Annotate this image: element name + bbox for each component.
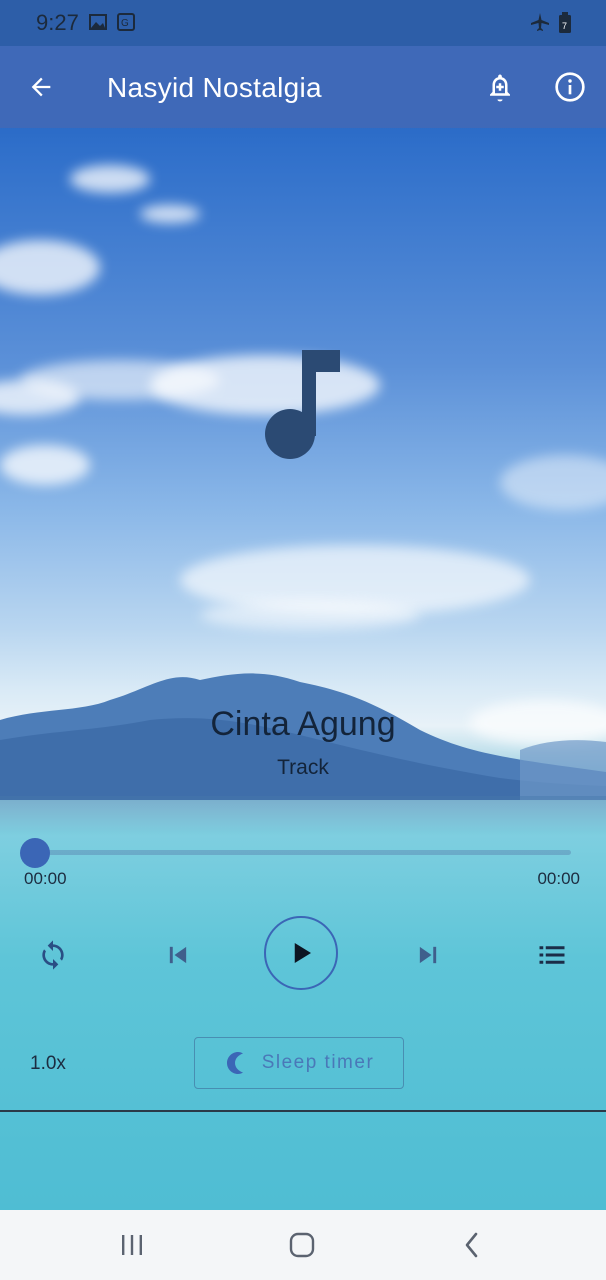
repeat-button[interactable]: [33, 935, 73, 975]
home-button[interactable]: [282, 1228, 322, 1262]
svg-text:G: G: [121, 18, 129, 29]
airplane-icon: [530, 12, 550, 32]
playback-speed-button[interactable]: 1.0x: [30, 1053, 66, 1075]
play-icon: [294, 943, 311, 963]
progress-slider-thumb[interactable]: [20, 838, 50, 868]
previous-button[interactable]: [158, 935, 198, 975]
background-image: [0, 0, 606, 1210]
playlist-button[interactable]: [532, 935, 572, 975]
image-icon: [88, 12, 108, 32]
recent-apps-icon: [122, 1235, 142, 1255]
next-button[interactable]: [408, 935, 448, 975]
music-note-icon: [262, 348, 344, 464]
previous-icon: [169, 946, 187, 964]
divider: [0, 1110, 606, 1112]
back-icon: [465, 1232, 478, 1258]
status-time: 9:27: [36, 10, 79, 35]
play-button[interactable]: [264, 916, 338, 990]
bell-plus-icon: [490, 74, 510, 102]
sleep-timer-button[interactable]: Sleep timer: [194, 1037, 404, 1089]
nav-back-button[interactable]: [452, 1228, 492, 1262]
info-icon: [555, 72, 585, 102]
next-icon: [419, 946, 437, 964]
system-nav-bar: [0, 1210, 606, 1280]
info-button[interactable]: [546, 63, 594, 111]
page-title: Nasyid Nostalgia: [107, 72, 322, 103]
time-total: 00:00: [537, 869, 580, 888]
progress-slider[interactable]: [35, 850, 571, 855]
playlist-icon: [539, 946, 565, 964]
back-button[interactable]: [17, 63, 65, 111]
track-subtitle: Track: [277, 756, 329, 779]
recent-apps-button[interactable]: [112, 1228, 152, 1262]
sleep-timer-label: Sleep timer: [261, 1052, 375, 1073]
repeat-icon: [42, 940, 64, 970]
track-title: Cinta Agung: [210, 705, 396, 743]
time-elapsed: 00:00: [24, 869, 67, 888]
svg-text:7: 7: [562, 21, 567, 31]
moon-icon: [226, 1052, 243, 1074]
app-bar: Nasyid Nostalgia: [0, 46, 606, 128]
status-bar: 9:27 G 7: [0, 0, 606, 46]
home-icon: [289, 1232, 315, 1258]
alarm-add-button[interactable]: [476, 63, 524, 111]
battery-icon: 7: [558, 12, 572, 33]
translate-icon: G: [116, 12, 136, 32]
arrow-left-icon: [31, 77, 51, 97]
